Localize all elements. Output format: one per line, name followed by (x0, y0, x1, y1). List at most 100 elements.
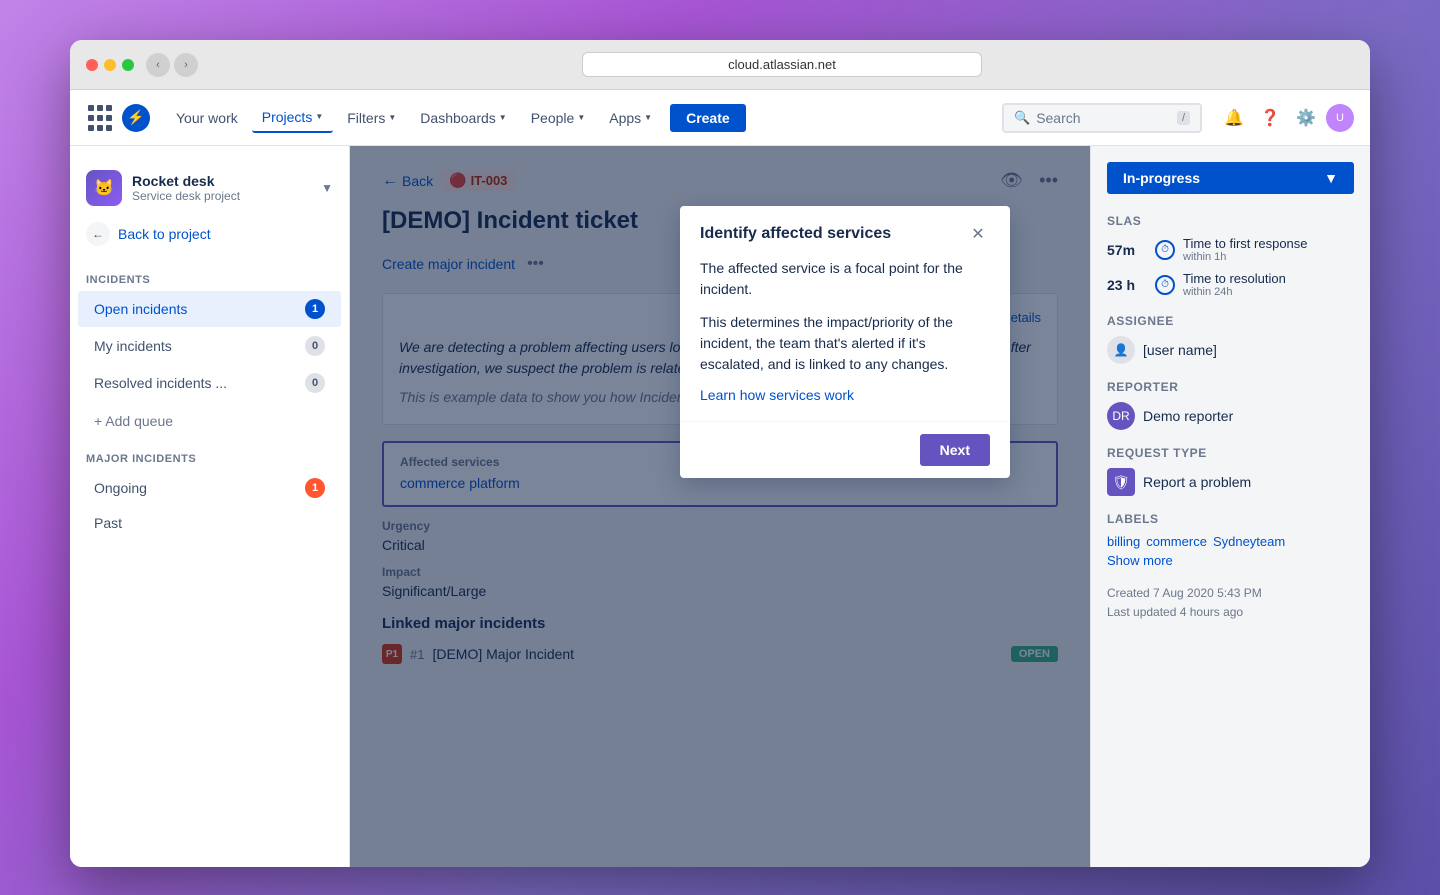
back-to-project-link[interactable]: ← Back to project (70, 214, 349, 254)
learn-services-link[interactable]: Learn how services work (700, 387, 854, 403)
user-avatar[interactable]: U (1326, 104, 1354, 132)
sla1-clock-icon: ⏱ (1155, 240, 1175, 260)
modal-body: The affected service is a focal point fo… (680, 258, 1010, 421)
sidebar-item-resolved-incidents[interactable]: Resolved incidents ... 0 (78, 365, 341, 401)
add-queue-link[interactable]: + Add queue (78, 405, 341, 437)
settings-button[interactable]: ⚙️ (1290, 102, 1322, 134)
close-dot[interactable] (86, 59, 98, 71)
modal-footer: Next (680, 421, 1010, 478)
sidebar-item-ongoing[interactable]: Ongoing 1 (78, 470, 341, 506)
project-info: Rocket desk Service desk project (132, 173, 311, 203)
labels-section: Labels billing commerce Sydneyteam Show … (1107, 512, 1354, 568)
created-date: Created 7 Aug 2020 5:43 PM (1107, 584, 1354, 603)
modal-close-button[interactable]: ✕ (966, 222, 990, 246)
dashboards-nav[interactable]: Dashboards ▼ (410, 104, 516, 132)
sidebar-item-my-incidents[interactable]: My incidents 0 (78, 328, 341, 364)
content-area: ← Back 🔴 IT-003 👁 ••• [DEMO] Incident ti… (350, 146, 1090, 867)
project-header[interactable]: 🐱 Rocket desk Service desk project ▼ (70, 162, 349, 214)
project-name: Rocket desk (132, 173, 311, 189)
assignee-section: Assignee 👤 [user name] (1107, 314, 1354, 364)
request-type-icon: 🛡 (1107, 468, 1135, 496)
sla1-time: 57m (1107, 242, 1147, 258)
apps-nav[interactable]: Apps ▼ (599, 104, 662, 132)
identify-services-modal: Identify affected services ✕ The affecte… (680, 206, 1010, 478)
show-more-link[interactable]: Show more (1107, 553, 1354, 568)
request-type-name: Report a problem (1143, 474, 1251, 490)
dashboards-dropdown-arrow: ▼ (499, 113, 507, 122)
sla2-time: 23 h (1107, 277, 1147, 293)
people-dropdown-arrow: ▼ (577, 113, 585, 122)
grid-menu-icon[interactable] (86, 104, 114, 132)
maximize-dot[interactable] (122, 59, 134, 71)
resolved-incidents-badge: 0 (305, 373, 325, 393)
people-nav[interactable]: People ▼ (521, 104, 596, 132)
modal-header: Identify affected services ✕ (680, 206, 1010, 258)
sla1-info: Time to first response within 1h (1183, 236, 1308, 263)
right-panel: In-progress ▼ SLAs 57m ⏱ Time to first r… (1090, 146, 1370, 867)
next-button[interactable]: Next (920, 434, 990, 466)
label-billing[interactable]: billing (1107, 534, 1140, 549)
header-icons: 🔔 ❓ ⚙️ U (1218, 102, 1354, 134)
projects-nav[interactable]: Projects ▼ (252, 103, 334, 133)
label-commerce[interactable]: commerce (1146, 534, 1207, 549)
search-bar[interactable]: 🔍 Search / (1002, 103, 1202, 133)
filters-nav[interactable]: Filters ▼ (337, 104, 406, 132)
labels-row: billing commerce Sydneyteam (1107, 534, 1354, 549)
sidebar-item-open-incidents[interactable]: Open incidents 1 (78, 291, 341, 327)
request-type-section: Request type 🛡 Report a problem (1107, 446, 1354, 496)
labels-label: Labels (1107, 512, 1354, 526)
assignee-person: 👤 [user name] (1107, 336, 1354, 364)
request-type-label: Request type (1107, 446, 1354, 460)
sla2-info: Time to resolution within 24h (1183, 271, 1286, 298)
reporter-label: Reporter (1107, 380, 1354, 394)
apps-dropdown-arrow: ▼ (644, 113, 652, 122)
help-button[interactable]: ❓ (1254, 102, 1286, 134)
your-work-nav[interactable]: Your work (166, 104, 248, 132)
assignee-avatar: 👤 (1107, 336, 1135, 364)
status-dropdown[interactable]: In-progress ▼ (1107, 162, 1354, 194)
main-layout: 🐱 Rocket desk Service desk project ▼ ← B… (70, 146, 1370, 867)
address-bar[interactable] (582, 52, 982, 77)
major-incidents-section-label: Major incidents (70, 441, 349, 469)
project-chevron-icon: ▼ (321, 181, 333, 195)
open-incidents-badge: 1 (305, 299, 325, 319)
panel-footer: Created 7 Aug 2020 5:43 PM Last updated … (1107, 584, 1354, 622)
assignee-label: Assignee (1107, 314, 1354, 328)
main-nav: Your work Projects ▼ Filters ▼ Dashboard… (166, 103, 746, 133)
notifications-button[interactable]: 🔔 (1218, 102, 1250, 134)
atlassian-logo[interactable]: ⚡ (122, 104, 150, 132)
reporter-avatar: DR (1107, 402, 1135, 430)
assignee-name: [user name] (1143, 342, 1217, 358)
search-shortcut: / (1177, 111, 1190, 125)
sla2-clock-icon: ⏱ (1155, 275, 1175, 295)
modal-body-text-2: This determines the impact/priority of t… (700, 312, 990, 375)
browser-window: ‹ › ⚡ Your work Projects ▼ Filters ▼ (70, 40, 1370, 867)
reporter-name: Demo reporter (1143, 408, 1233, 424)
reporter-person: DR Demo reporter (1107, 402, 1354, 430)
browser-titlebar: ‹ › (70, 40, 1370, 90)
browser-nav: ‹ › (146, 53, 198, 77)
label-sydneyteam[interactable]: Sydneyteam (1213, 534, 1285, 549)
ongoing-badge: 1 (305, 478, 325, 498)
last-updated: Last updated 4 hours ago (1107, 603, 1354, 622)
project-type: Service desk project (132, 189, 311, 203)
incidents-section-label: Incidents (70, 262, 349, 290)
my-incidents-badge: 0 (305, 336, 325, 356)
window-controls (86, 59, 134, 71)
app-header: ⚡ Your work Projects ▼ Filters ▼ Dashboa… (70, 90, 1370, 146)
reporter-section: Reporter DR Demo reporter (1107, 380, 1354, 430)
modal-title: Identify affected services (700, 225, 891, 243)
filters-dropdown-arrow: ▼ (388, 113, 396, 122)
back-circle-icon: ← (86, 222, 110, 246)
create-button[interactable]: Create (670, 104, 746, 132)
back-nav-button[interactable]: ‹ (146, 53, 170, 77)
sla-section-title: SLAs (1107, 214, 1354, 228)
minimize-dot[interactable] (104, 59, 116, 71)
sla-item-1: 57m ⏱ Time to first response within 1h (1107, 236, 1354, 263)
project-avatar: 🐱 (86, 170, 122, 206)
sla-item-2: 23 h ⏱ Time to resolution within 24h (1107, 271, 1354, 298)
sidebar-item-past[interactable]: Past (78, 507, 341, 539)
projects-dropdown-arrow: ▼ (315, 112, 323, 121)
forward-nav-button[interactable]: › (174, 53, 198, 77)
search-placeholder: Search (1036, 110, 1171, 126)
